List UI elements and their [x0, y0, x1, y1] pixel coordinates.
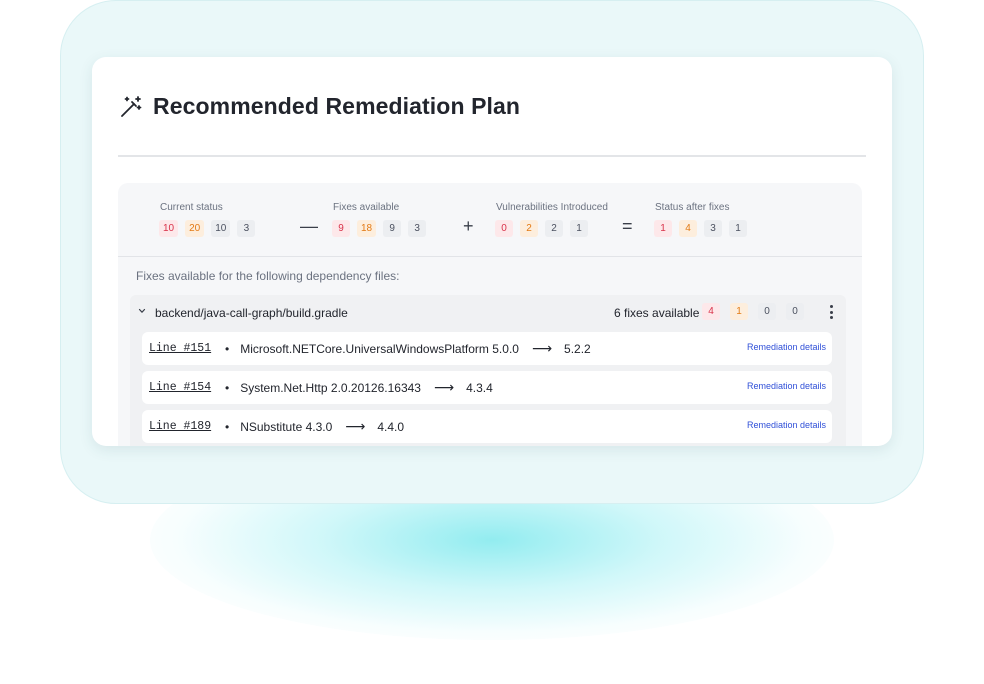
high-count-badge: 4 [679, 220, 697, 237]
bullet: • [225, 380, 230, 395]
current-status-group: Current status 10 20 10 3 [159, 202, 256, 237]
severity-badges: 0 2 2 1 [495, 220, 608, 237]
upgrade-arrow-icon: ⟶ [433, 379, 454, 395]
group-label: Current status [160, 202, 223, 213]
file-severity-badges: 4 1 0 0 [702, 303, 804, 320]
low-count-badge: 1 [570, 220, 588, 237]
package-current-version: Microsoft.NETCore.UniversalWindowsPlatfo… [240, 341, 519, 356]
page-title: Recommended Remediation Plan [153, 93, 521, 119]
fixes-available-group: Fixes available 9 18 9 3 [332, 202, 427, 237]
package-current-version: NSubstitute 4.3.0 [240, 419, 333, 434]
severity-badges: 9 18 9 3 [332, 220, 427, 237]
medium-count-badge: 3 [704, 220, 722, 237]
vulnerabilities-introduced-group: Vulnerabilities Introduced 0 2 2 1 [495, 202, 608, 237]
fix-row: Line #151 • Microsoft.NETCore.UniversalW… [142, 332, 832, 365]
chevron-down-icon[interactable] [138, 307, 146, 315]
package-target-version: 5.2.2 [564, 341, 591, 356]
line-number-link[interactable]: Line #151 [149, 342, 213, 355]
line-number-link[interactable]: Line #189 [149, 420, 213, 433]
line-number-link[interactable]: Line #154 [149, 381, 213, 394]
severity-badges: 10 20 10 3 [159, 220, 256, 237]
minus-operator: — [300, 216, 318, 236]
medium-count-badge: 2 [545, 220, 563, 237]
low-count-badge: 3 [237, 220, 256, 237]
title-row: Recommended Remediation Plan [119, 93, 520, 120]
low-count-badge: 3 [408, 220, 427, 237]
fixes-count: 6 fixes available [614, 306, 700, 320]
bullet: • [225, 419, 230, 434]
critical-count-badge: 9 [332, 220, 350, 237]
group-label: Status after fixes [655, 202, 730, 213]
remediation-panel: Current status 10 20 10 3 — Fixes availa… [118, 183, 862, 446]
group-label: Vulnerabilities Introduced [496, 202, 608, 213]
plus-operator: + [463, 216, 474, 236]
high-count-badge: 20 [185, 220, 205, 237]
status-summary: Current status 10 20 10 3 — Fixes availa… [118, 183, 862, 257]
package-current-version: System.Net.Http 2.0.20126.16343 [240, 380, 421, 395]
dependency-files-caption: Fixes available for the following depend… [136, 269, 400, 283]
high-count-badge: 18 [357, 220, 377, 237]
low-count-badge: 1 [729, 220, 747, 237]
critical-count-badge: 10 [159, 220, 179, 237]
medium-count-badge: 0 [758, 303, 776, 320]
critical-count-badge: 1 [654, 220, 672, 237]
remediation-details-link[interactable]: Remediation details [747, 342, 826, 352]
remediation-plan-card: Recommended Remediation Plan Current sta… [92, 57, 892, 446]
equals-operator: = [622, 216, 633, 236]
fix-row: Line #154 • System.Net.Http 2.0.20126.16… [142, 371, 832, 404]
status-after-fixes-group: Status after fixes 1 4 3 1 [654, 202, 747, 237]
dependency-file-path: backend/java-call-graph/build.gradle [155, 306, 348, 320]
severity-badges: 1 4 3 1 [654, 220, 747, 237]
dependency-file-header[interactable]: backend/java-call-graph/build.gradle 6 f… [130, 295, 846, 329]
fix-row: Line #189 • NSubstitute 4.3.0 ⟶ 4.4.0 Re… [142, 410, 832, 443]
medium-count-badge: 10 [211, 220, 231, 237]
medium-count-badge: 9 [383, 220, 402, 237]
low-count-badge: 0 [786, 303, 804, 320]
high-count-badge: 1 [730, 303, 748, 320]
more-options-icon[interactable] [830, 305, 834, 319]
bullet: • [225, 341, 230, 356]
upgrade-arrow-icon: ⟶ [531, 340, 552, 356]
group-label: Fixes available [333, 202, 400, 213]
magic-wand-icon [121, 95, 142, 117]
remediation-details-link[interactable]: Remediation details [747, 420, 826, 430]
title-divider [118, 155, 866, 157]
package-target-version: 4.4.0 [377, 419, 405, 434]
remediation-details-link[interactable]: Remediation details [747, 381, 826, 391]
package-target-version: 4.3.4 [466, 380, 493, 395]
dependency-file-section: backend/java-call-graph/build.gradle 6 f… [130, 295, 846, 446]
critical-count-badge: 4 [702, 303, 720, 320]
critical-count-badge: 0 [495, 220, 513, 237]
high-count-badge: 2 [520, 220, 538, 237]
upgrade-arrow-icon: ⟶ [345, 418, 365, 434]
